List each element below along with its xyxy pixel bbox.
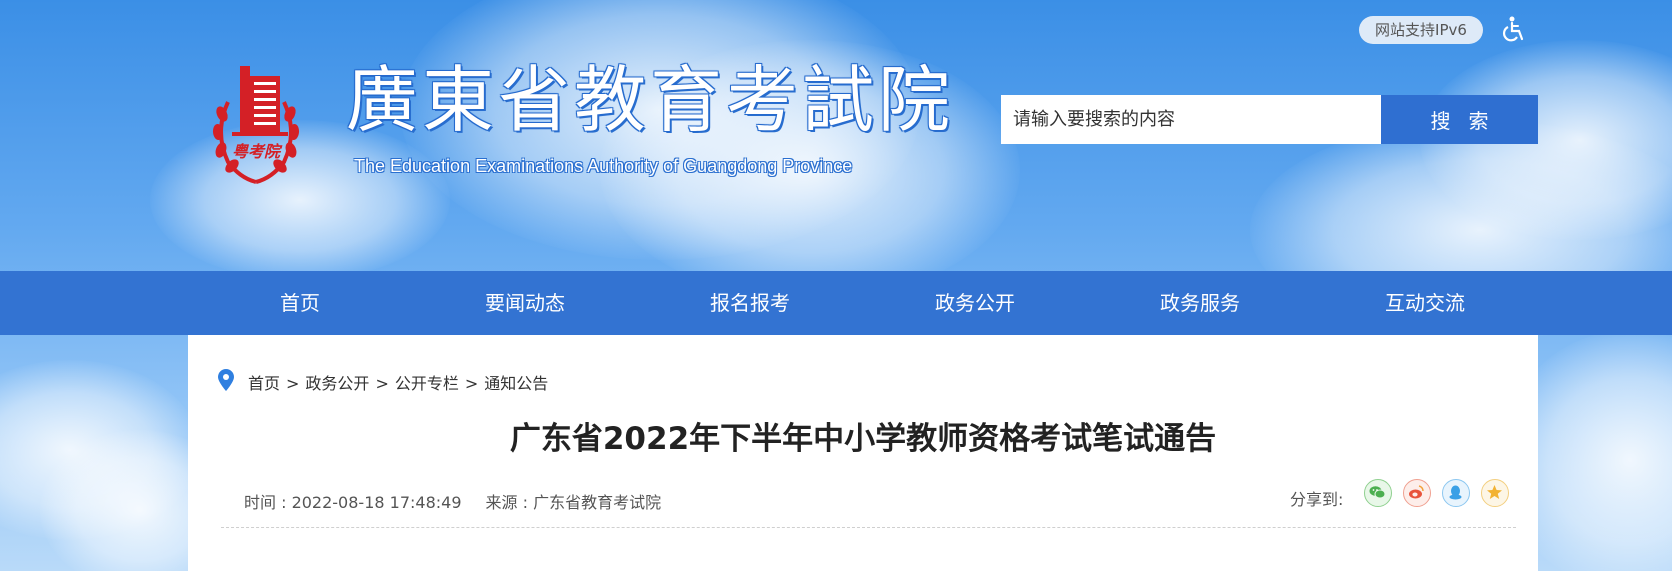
weibo-icon[interactable] bbox=[1403, 479, 1431, 507]
nav-item-registration[interactable]: 报名报考 bbox=[650, 271, 850, 335]
breadcrumb: 首页 > 政务公开 > 公开专栏 > 通知公告 bbox=[248, 370, 548, 394]
main-nav: 首页 要闻动态 报名报考 政务公开 政务服务 互动交流 bbox=[0, 271, 1672, 335]
site-logo[interactable]: 粤考院 bbox=[210, 62, 302, 188]
content-card: 首页 > 政务公开 > 公开专栏 > 通知公告 广东省2022年下半年中小学教师资格考试笔试… bbox=[188, 335, 1538, 571]
breadcrumb-gov-affairs[interactable]: 政务公开 bbox=[305, 374, 369, 393]
article-meta: 时间 : 2022-08-18 17:48:49 来源 : 广东省教育考试院 bbox=[244, 489, 661, 513]
breadcrumb-public-column[interactable]: 公开专栏 bbox=[395, 374, 459, 393]
wheelchair-icon[interactable] bbox=[1498, 14, 1528, 44]
site-title-cn: 廣東省教育考試院 bbox=[346, 58, 955, 142]
breadcrumb-separator: > bbox=[375, 374, 389, 393]
nav-item-news[interactable]: 要闻动态 bbox=[425, 271, 625, 335]
nav-item-interaction[interactable]: 互动交流 bbox=[1325, 271, 1525, 335]
article-source: 来源 : 广东省教育考试院 bbox=[485, 493, 662, 512]
site-title-en: The Education Examinations Authority of … bbox=[354, 156, 853, 176]
location-pin-icon bbox=[218, 369, 234, 391]
qzone-icon[interactable] bbox=[1481, 479, 1509, 507]
search-button[interactable]: 搜索 bbox=[1381, 95, 1538, 144]
article-title: 广东省2022年下半年中小学教师资格考试笔试通告 bbox=[509, 421, 1217, 457]
nav-item-gov-services[interactable]: 政务服务 bbox=[1100, 271, 1300, 335]
breadcrumb-separator: > bbox=[286, 374, 300, 393]
breadcrumb-home[interactable]: 首页 bbox=[248, 374, 280, 393]
logo-text: 粤考院 bbox=[231, 142, 280, 161]
nav-item-gov-affairs[interactable]: 政务公开 bbox=[875, 271, 1075, 335]
ipv6-badge: 网站支持IPv6 bbox=[1359, 16, 1483, 44]
search-input[interactable] bbox=[1001, 95, 1381, 144]
divider bbox=[221, 527, 1516, 528]
share-label: 分享到: bbox=[1290, 490, 1344, 509]
wechat-icon[interactable] bbox=[1364, 479, 1392, 507]
nav-item-home[interactable]: 首页 bbox=[200, 271, 400, 335]
breadcrumb-separator: > bbox=[464, 374, 479, 393]
breadcrumb-notices[interactable]: 通知公告 bbox=[484, 374, 548, 393]
qq-icon[interactable] bbox=[1442, 479, 1470, 507]
article-time: 时间 : 2022-08-18 17:48:49 bbox=[244, 493, 462, 512]
